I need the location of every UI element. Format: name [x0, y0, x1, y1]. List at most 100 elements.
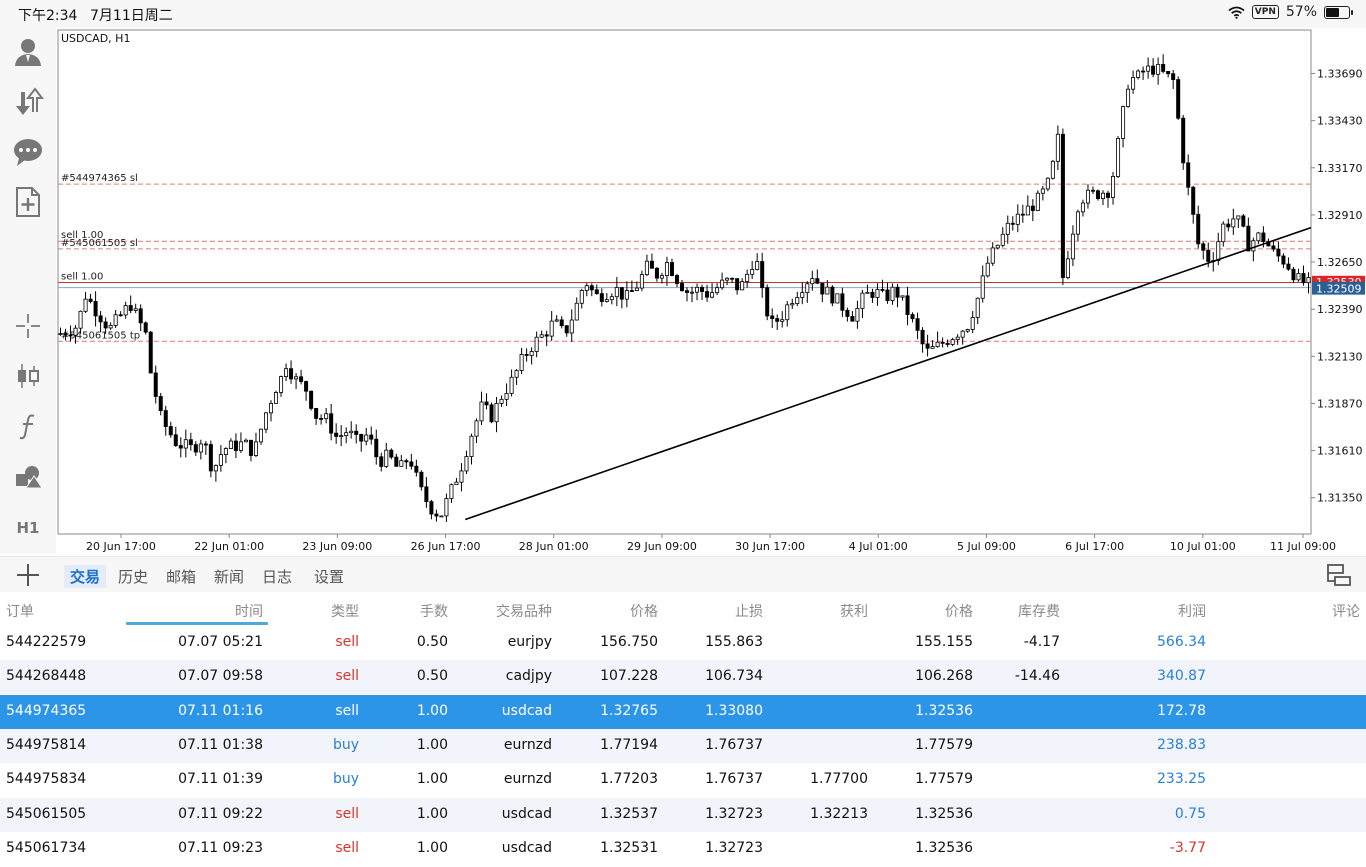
cell-volume: 0.50	[416, 668, 448, 685]
col-price-current[interactable]: 价格	[913, 601, 973, 621]
candle-body	[223, 448, 228, 455]
candlestick-icon[interactable]	[8, 356, 48, 396]
col-tp[interactable]: 获利	[808, 601, 868, 621]
tab-news[interactable]: 新闻	[208, 565, 250, 588]
table-row[interactable]: 544974365 07.11 01:16 sell 1.00 usdcad 1.3276…	[0, 694, 1366, 729]
crosshair-icon[interactable]	[8, 306, 48, 346]
table-row[interactable]: 544975814 07.11 01:38 buy 1.00 eurnzd 1.77194…	[0, 728, 1366, 763]
cell-symbol: usdcad	[501, 805, 552, 822]
candle-body	[1116, 138, 1121, 177]
candle-body	[705, 291, 710, 298]
col-time[interactable]: 时间	[180, 601, 263, 621]
cell-price-cur: 106.268	[915, 668, 973, 685]
candle-body	[795, 297, 800, 304]
candle-body	[284, 368, 289, 378]
table-row[interactable]: 544268448 07.07 09:58 sell 0.50 cadjpy 107.22…	[0, 660, 1366, 695]
candle-body	[108, 325, 113, 329]
new-order-icon[interactable]	[8, 182, 48, 222]
table-row[interactable]: 544222579 07.07 05:21 sell 0.50 eurjpy 156.75…	[0, 626, 1366, 660]
candle-body	[319, 417, 324, 420]
battery-icon	[1324, 5, 1353, 19]
y-tick-label: 1.31350	[1317, 492, 1363, 505]
y-tick-label: 1.31610	[1317, 445, 1363, 458]
candle-body	[1186, 162, 1191, 188]
cell-profit: 233.25	[1157, 771, 1206, 788]
candle-body	[414, 465, 419, 473]
candle-body	[359, 434, 364, 442]
table-row[interactable]: 545061505 07.11 09:22 sell 1.00 usdcad 1.3253…	[0, 797, 1366, 832]
col-comment[interactable]: 评论	[1300, 601, 1360, 621]
candle-body	[1231, 218, 1236, 228]
cell-price-open: 1.77194	[600, 736, 658, 753]
tab-journal[interactable]: 日志	[256, 565, 298, 588]
col-swap[interactable]: 库存费	[1000, 601, 1060, 621]
candle-body	[860, 292, 865, 309]
candle-body	[639, 274, 644, 289]
y-tick-label: 1.32910	[1317, 209, 1363, 222]
candle-body	[1166, 71, 1171, 75]
candle-body	[1060, 133, 1065, 278]
candle-body	[695, 286, 700, 293]
cell-price-open: 156.750	[600, 634, 658, 650]
col-sl[interactable]: 止损	[703, 601, 763, 621]
table-row[interactable]: 544975834 07.11 01:39 buy 1.00 eurnzd 1.77203…	[0, 763, 1366, 797]
layout-icon[interactable]	[1326, 563, 1352, 587]
candle-body	[985, 262, 990, 277]
candle-body	[248, 439, 253, 456]
x-tick-label: 30 Jun 17:00	[735, 540, 805, 553]
candle-body	[519, 354, 524, 371]
candle-body	[289, 368, 294, 380]
cell-sl: 1.32723	[705, 805, 763, 822]
chat-icon[interactable]	[8, 132, 48, 172]
tab-trade[interactable]: 交易	[64, 565, 107, 588]
candle-body	[83, 298, 88, 312]
tab-mailbox[interactable]: 邮箱	[160, 565, 202, 588]
col-order[interactable]: 订单	[6, 601, 34, 621]
cell-price-cur: 1.77579	[915, 736, 973, 753]
price-chart[interactable]: USDCAD, H1 1.33690 1.33430 1.33170 1.32910 1.…	[56, 28, 1366, 554]
candle-body	[955, 336, 960, 340]
candle-body	[669, 262, 674, 276]
candle-body	[1050, 160, 1055, 179]
chart-canvas[interactable]: USDCAD, H1 1.33690 1.33430 1.33170 1.32910 1.…	[56, 28, 1366, 554]
candle-body	[394, 456, 399, 467]
objects-icon[interactable]	[8, 456, 48, 496]
col-price-open[interactable]: 价格	[598, 601, 658, 621]
cell-time: 07.11 09:23	[178, 839, 263, 856]
col-volume[interactable]: 手数	[388, 601, 448, 621]
tab-history[interactable]: 历史	[112, 565, 154, 588]
candle-body	[539, 334, 544, 338]
battery-percent: 57%	[1285, 4, 1317, 20]
cell-volume: 1.00	[416, 771, 448, 788]
candle-body	[1090, 189, 1095, 192]
col-symbol[interactable]: 交易品种	[472, 601, 552, 621]
col-profit[interactable]: 利润	[1146, 601, 1206, 621]
candle-body	[464, 456, 469, 472]
candle-body	[950, 339, 955, 345]
y-tick-label: 1.33170	[1317, 162, 1363, 175]
timeframe-button[interactable]: H1	[8, 508, 48, 548]
col-type[interactable]: 类型	[300, 601, 359, 621]
candle-body	[1065, 258, 1070, 278]
account-icon[interactable]	[8, 32, 48, 72]
candle-body	[1126, 88, 1131, 107]
candle-body	[765, 287, 770, 317]
candle-body	[895, 286, 900, 298]
table-row[interactable]: 545061734 07.11 09:23 sell 1.00 usdcad 1.3253…	[0, 832, 1366, 866]
candle-body	[619, 287, 624, 300]
candle-body	[374, 438, 379, 458]
cell-type: sell	[335, 702, 359, 719]
candle-body	[379, 456, 384, 467]
trade-arrows-icon[interactable]	[8, 82, 48, 122]
x-tick-label: 4 Jul 01:00	[849, 540, 908, 553]
sort-indicator	[126, 622, 268, 625]
tab-settings[interactable]: 设置	[308, 565, 350, 588]
indicator-f-icon[interactable]	[8, 406, 48, 446]
candle-body	[203, 443, 208, 446]
candle-body	[98, 315, 103, 323]
add-icon[interactable]	[14, 561, 42, 589]
cell-price-cur: 155.155	[915, 634, 973, 650]
candle-body	[459, 470, 464, 483]
cell-sl: 155.863	[705, 634, 763, 650]
candle-body	[153, 372, 158, 397]
